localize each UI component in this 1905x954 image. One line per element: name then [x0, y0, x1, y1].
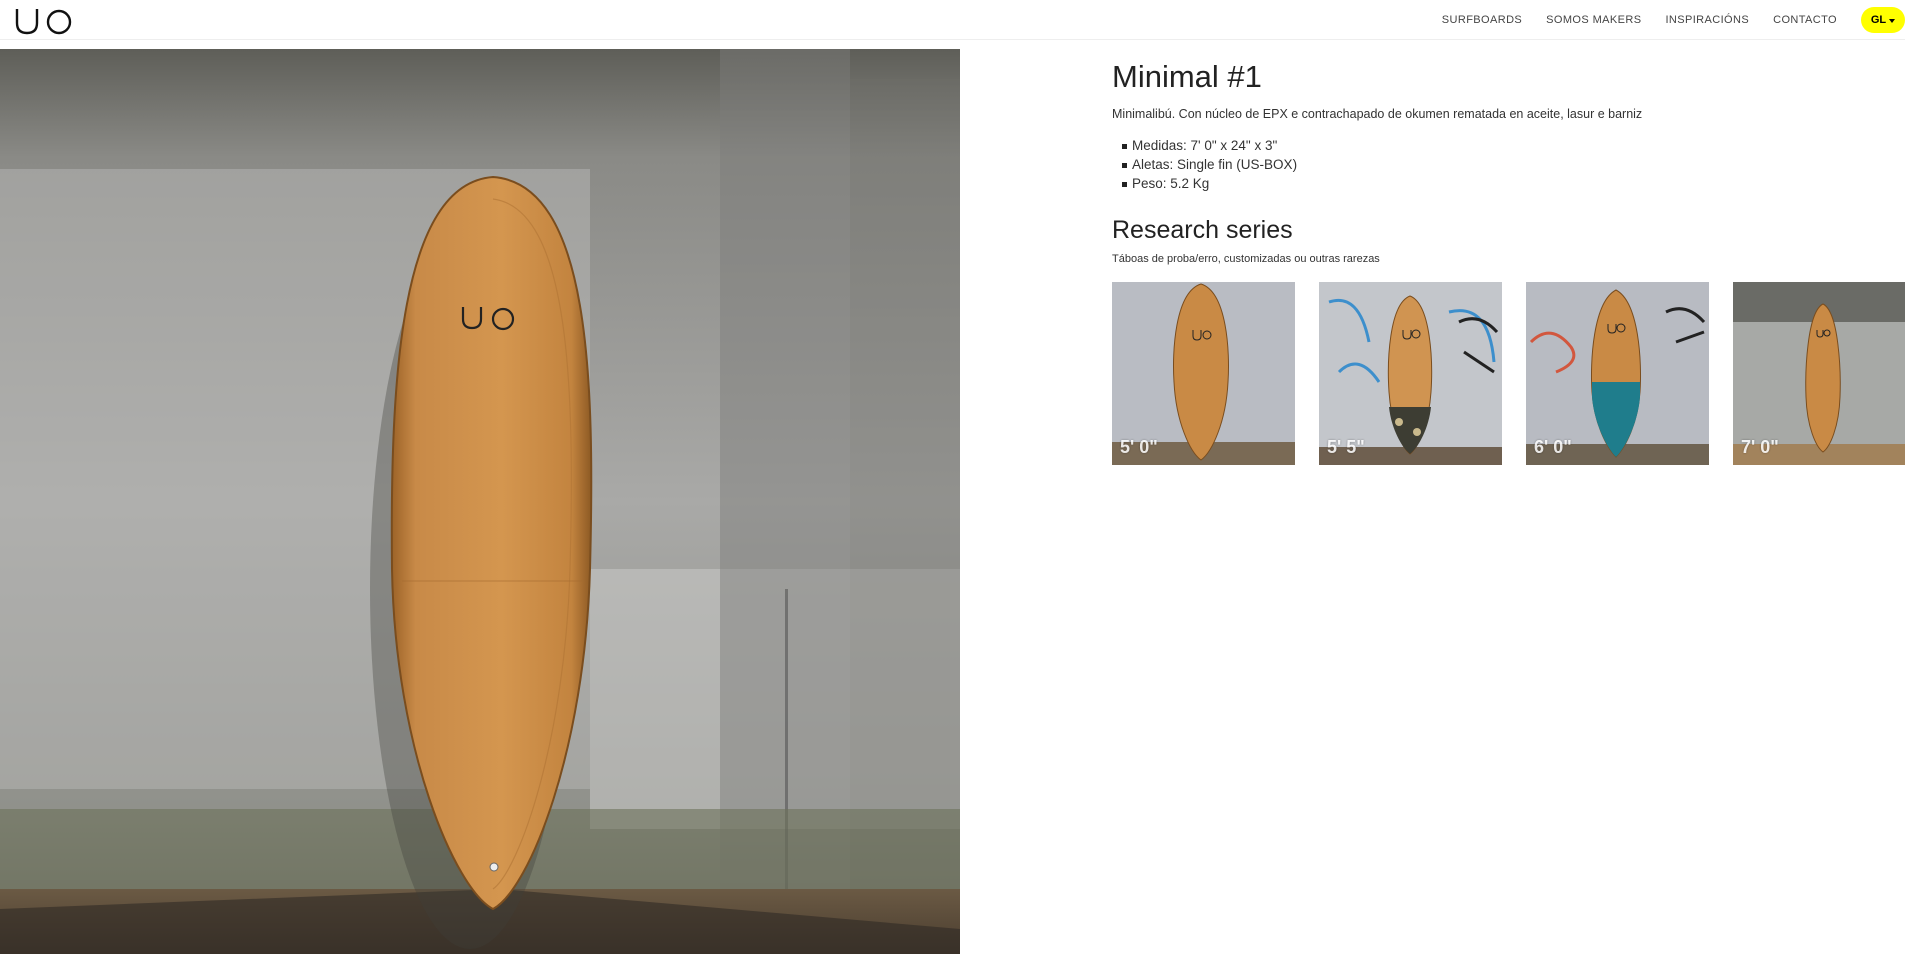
series-title: Research series: [1112, 216, 1293, 244]
nav-somos-makers[interactable]: SOMOS MAKERS: [1546, 14, 1641, 26]
language-label: GL: [1870, 14, 1887, 26]
brand-logo[interactable]: [14, 6, 74, 36]
site-header: SURFBOARDS SOMOS MAKERS INSPIRACIÓNS CON…: [0, 0, 1905, 40]
caret-down-icon: [1889, 18, 1896, 23]
series-item-3[interactable]: 6' 0": [1526, 282, 1709, 465]
series-subtitle: Táboas de proba/erro, customizadas ou ou…: [1112, 253, 1380, 265]
series-item-size: 6' 0": [1534, 437, 1572, 457]
series-item-size: 5' 0": [1120, 437, 1158, 457]
product-specs: Medidas: 7' 0" x 24" x 3" Aletas: Single…: [1112, 136, 1892, 193]
product-description: Minimalibú. Con núcleo de EPX e contrach…: [1112, 107, 1643, 121]
spec-peso: Peso: 5.2 Kg: [1122, 174, 1892, 193]
nav-surfboards[interactable]: SURFBOARDS: [1442, 14, 1522, 26]
product-info: Minimal #1 Minimalibú. Con núcleo de EPX…: [1112, 58, 1892, 265]
series-gallery: 5' 0" 5' 5" 6' 0" 7' 0": [1112, 282, 1905, 465]
main-nav: SURFBOARDS SOMOS MAKERS INSPIRACIÓNS CON…: [1442, 0, 1905, 40]
series-item-size: 5' 5": [1327, 437, 1365, 457]
series-item-1[interactable]: 5' 0": [1112, 282, 1295, 465]
nav-inspiracions[interactable]: INSPIRACIÓNS: [1665, 14, 1749, 26]
series-item-size: 7' 0": [1741, 437, 1779, 457]
nav-contacto[interactable]: CONTACTO: [1773, 14, 1837, 26]
spec-medidas: Medidas: 7' 0" x 24" x 3": [1122, 136, 1892, 155]
product-hero-image: [0, 49, 960, 954]
series-item-2[interactable]: 5' 5": [1319, 282, 1502, 465]
product-title: Minimal #1: [1112, 59, 1262, 94]
spec-aletas: Aletas: Single fin (US-BOX): [1122, 155, 1892, 174]
language-selector[interactable]: GL: [1861, 7, 1905, 33]
series-item-4[interactable]: 7' 0": [1733, 282, 1905, 465]
